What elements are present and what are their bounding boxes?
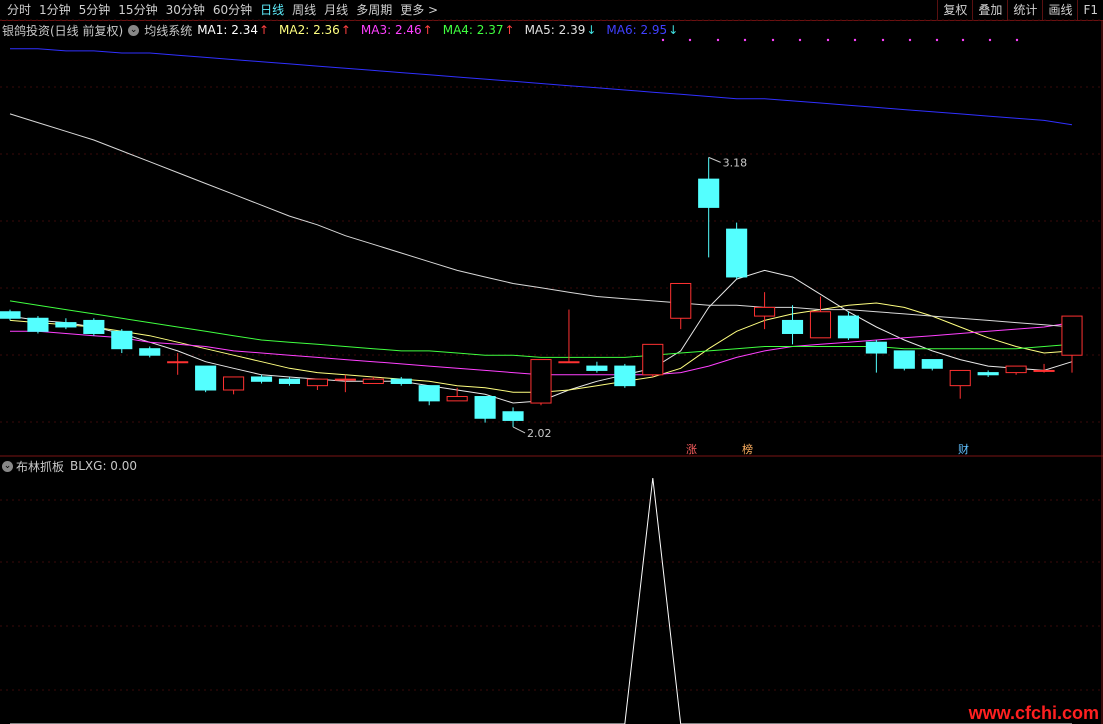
marker-dot	[661, 38, 665, 42]
marker-dot	[961, 38, 965, 42]
marker-dot	[881, 38, 885, 42]
ma-line-ma5	[9, 113, 1073, 328]
candle-body	[837, 315, 859, 339]
candle-body	[474, 396, 496, 419]
candle-body	[250, 376, 273, 382]
high-pointer	[708, 156, 721, 163]
chevron-down-icon[interactable]: ⌄	[128, 24, 140, 36]
candle-body	[781, 319, 804, 334]
ma-legend-item-6: MA6: 2.95↓	[606, 23, 679, 37]
marker-dot	[853, 38, 857, 42]
candle-body	[446, 396, 468, 402]
candle-body	[698, 178, 720, 208]
candle-body	[670, 282, 692, 319]
candle-body	[167, 361, 189, 364]
ma-legend-item-5: MA5: 2.39↓	[524, 23, 597, 37]
marker-dot	[688, 38, 692, 42]
candle-body	[334, 378, 356, 381]
low-price-label: 2.02	[527, 427, 552, 440]
arrow-up-icon: ↑	[504, 23, 515, 37]
candle-body	[223, 376, 245, 391]
candle-body	[949, 369, 971, 387]
candle-body	[390, 378, 412, 384]
candle-body	[921, 359, 943, 369]
indicator-line	[10, 477, 1072, 724]
candle-body	[278, 378, 301, 384]
candle-body	[893, 350, 915, 369]
candle-body	[1005, 365, 1027, 374]
candle-body	[726, 228, 748, 278]
badge-bang[interactable]: 榜	[740, 443, 755, 456]
ma-legend: 银鸽投资(日线 前复权) ⌄ 均线系统 MA1: 2.34↑ MA2: 2.36↑…	[2, 22, 693, 38]
candle-body	[111, 330, 133, 350]
candle-body	[977, 372, 999, 376]
marker-dot	[1015, 38, 1019, 42]
marker-dot	[798, 38, 802, 42]
ma-system-label[interactable]: 均线系统	[144, 22, 192, 39]
marker-dot	[716, 38, 720, 42]
low-pointer	[512, 426, 526, 434]
candle-body	[55, 322, 77, 328]
candle-body	[865, 341, 887, 354]
badge-zhang[interactable]: 涨	[684, 443, 699, 456]
candle-body	[614, 365, 636, 387]
ma-legend-item-1: MA1: 2.34↑	[197, 23, 270, 37]
ma-items: MA1: 2.34↑ MA2: 2.36↑ MA3: 2.46↑ MA4: 2.37↑…	[197, 23, 688, 37]
candle-body	[306, 378, 328, 387]
candle-body	[362, 378, 384, 384]
arrow-up-icon: ↑	[258, 23, 270, 37]
candle-body	[1061, 315, 1083, 356]
candle-body	[418, 385, 440, 402]
marker-dot	[826, 38, 830, 42]
marker-dot	[935, 38, 939, 42]
candle-body	[195, 365, 217, 391]
candle-body	[0, 311, 21, 319]
candle-body	[586, 365, 608, 371]
candle-body	[139, 348, 161, 356]
indicator-name[interactable]: 布林抓板	[16, 458, 64, 475]
arrow-down-icon: ↓	[668, 23, 679, 37]
ma-line-ma4	[9, 300, 1073, 358]
price-chart[interactable]: 3.18 2.02	[0, 0, 1103, 724]
ma-legend-item-3: MA3: 2.46↑	[360, 23, 433, 37]
stock-title: 银鸽投资(日线 前复权)	[2, 23, 124, 38]
marker-dot	[743, 38, 747, 42]
candle-body	[754, 306, 776, 317]
marker-dot	[771, 38, 775, 42]
candle-body	[83, 319, 105, 334]
candle-body	[809, 311, 832, 339]
indicator-legend: ⌄ 布林抓板 BLXG: 0.00	[2, 458, 137, 474]
chevron-down-icon[interactable]: ⌄	[2, 460, 13, 472]
candle-body	[1033, 369, 1055, 372]
marker-dot	[908, 38, 912, 42]
badge-cai[interactable]: 财	[956, 443, 971, 456]
watermark: www.cfchi.com	[968, 703, 1099, 723]
high-price-label: 3.18	[723, 156, 748, 169]
candle-body	[530, 359, 552, 404]
candle-body	[502, 411, 524, 421]
candle-body	[558, 361, 580, 364]
arrow-up-icon: ↑	[422, 23, 433, 37]
ma-legend-item-4: MA4: 2.37↑	[442, 23, 515, 37]
candle-body	[642, 343, 664, 376]
candle-body	[27, 317, 49, 332]
arrow-down-icon: ↓	[586, 23, 597, 37]
indicator-value: BLXG: 0.00	[70, 459, 138, 473]
marker-dot	[988, 38, 992, 42]
arrow-up-icon: ↑	[340, 23, 351, 37]
ma-legend-item-2: MA2: 2.36↑	[279, 23, 351, 37]
